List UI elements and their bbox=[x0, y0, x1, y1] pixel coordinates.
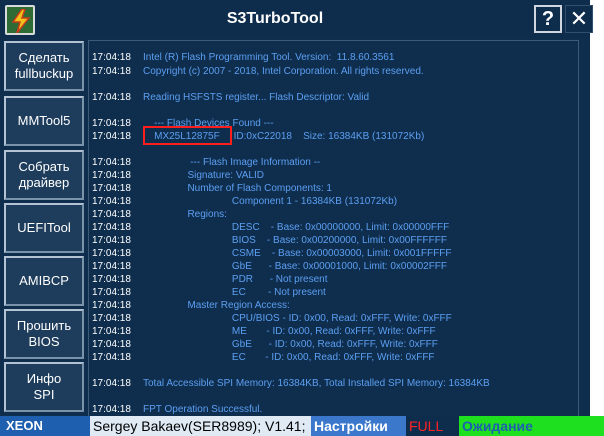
log-timestamp: 17:04:18 bbox=[92, 235, 131, 246]
log-message: ME - ID: 0x00, Read: 0xFFF, Write: 0xFFF bbox=[143, 326, 436, 337]
author-version-label: Sergey Bakaev(SER8989); V1.41; bbox=[90, 416, 311, 436]
log-line: 17:04:18 Master Region Access: bbox=[92, 300, 290, 312]
log-timestamp: 17:04:18 bbox=[92, 248, 131, 259]
log-message: --- Flash Image Information -- bbox=[143, 157, 321, 168]
log-timestamp: 17:04:18 bbox=[92, 118, 131, 129]
log-line: 17:04:18 EC - ID: 0x00, Read: 0xFFF, Wri… bbox=[92, 352, 435, 364]
log-line: 17:04:18 Total Accessible SPI Memory: 163… bbox=[92, 378, 490, 390]
log-message: Copyright (c) 2007 - 2018, Intel Corpora… bbox=[143, 66, 424, 77]
spi-info-button[interactable]: Инфо SPI bbox=[4, 362, 84, 412]
log-line: 17:04:18 GbE - ID: 0x00, Read: 0xFFF, Wr… bbox=[92, 339, 438, 351]
log-line: 17:04:18 MX25L12875F ID:0xC22018 Size: 1… bbox=[92, 131, 424, 143]
log-scrollbar[interactable] bbox=[578, 40, 590, 416]
settings-button[interactable]: Настройки bbox=[311, 416, 406, 436]
log-line: 17:04:18 Reading HSFSTS register... Flash… bbox=[92, 92, 369, 104]
log-line: 17:04:18 ME - ID: 0x00, Read: 0xFFF, Wri… bbox=[92, 326, 436, 338]
log-timestamp: 17:04:18 bbox=[92, 157, 131, 168]
log-line: 17:04:18 Signature: VALID bbox=[92, 170, 264, 182]
log-timestamp: 17:04:18 bbox=[92, 287, 131, 298]
log-timestamp: 17:04:18 bbox=[92, 261, 131, 272]
cpu-label: XEON bbox=[0, 416, 90, 436]
log-timestamp: 17:04:18 bbox=[92, 196, 131, 207]
status-bar: XEON Sergey Bakaev(SER8989); V1.41; Наст… bbox=[0, 416, 604, 436]
status-indicator: Ожидание bbox=[459, 416, 604, 436]
log-timestamp: 17:04:18 bbox=[92, 183, 131, 194]
log-timestamp: 17:04:18 bbox=[92, 300, 131, 311]
log-line: 17:04:18 GbE - Base: 0x00001000, Limit: … bbox=[92, 261, 447, 273]
log-output[interactable]: 17:04:18 Intel (R) Flash Programming Tool… bbox=[88, 40, 578, 416]
log-message: Regions: bbox=[143, 209, 227, 220]
log-line: 17:04:18 CSME - Base: 0x00003000, Limit:… bbox=[92, 248, 451, 260]
log-line: 17:04:18 Number of Flash Components: 1 bbox=[92, 183, 332, 195]
log-line: 17:04:18 Regions: bbox=[92, 209, 227, 221]
log-line: 17:04:18 EC - Not present bbox=[92, 287, 326, 299]
help-button[interactable]: ? bbox=[534, 5, 562, 33]
mode-indicator: FULL bbox=[406, 416, 459, 436]
log-timestamp: 17:04:18 bbox=[92, 274, 131, 285]
mmtool5-button[interactable]: MMTool5 bbox=[4, 96, 84, 146]
flash-chip-highlight-box bbox=[143, 126, 232, 145]
log-message: Total Accessible SPI Memory: 16384KB, To… bbox=[143, 378, 490, 389]
window-title: S3TurboTool bbox=[226, 10, 324, 27]
fullbackup-button[interactable]: Сделать fullbuckup bbox=[4, 41, 84, 91]
log-timestamp: 17:04:18 bbox=[92, 209, 131, 220]
log-timestamp: 17:04:18 bbox=[92, 92, 131, 103]
log-message: GbE - Base: 0x00001000, Limit: 0x00002FF… bbox=[143, 261, 448, 272]
log-message: Reading HSFSTS register... Flash Descrip… bbox=[143, 92, 370, 103]
log-timestamp: 17:04:18 bbox=[92, 131, 131, 142]
log-message: Intel (R) Flash Programming Tool. Versio… bbox=[143, 52, 395, 63]
log-message: Master Region Access: bbox=[143, 300, 290, 311]
log-message: CPU/BIOS - ID: 0x00, Read: 0xFFF, Write:… bbox=[143, 313, 452, 324]
log-message: Signature: VALID bbox=[143, 170, 264, 181]
close-button[interactable]: ✕ bbox=[565, 5, 593, 33]
log-timestamp: 17:04:18 bbox=[92, 378, 131, 389]
log-message: EC - ID: 0x00, Read: 0xFFF, Write: 0xFFF bbox=[143, 352, 435, 363]
flash-bios-button[interactable]: Прошить BIOS bbox=[4, 309, 84, 359]
log-timestamp: 17:04:18 bbox=[92, 326, 131, 337]
log-timestamp: 17:04:18 bbox=[92, 352, 131, 363]
sidebar: Сделать fullbuckup MMTool5 Собрать драйв… bbox=[0, 40, 88, 416]
title-bar[interactable]: S3TurboTool ? ✕ bbox=[0, 0, 593, 38]
log-message: Number of Flash Components: 1 bbox=[143, 183, 332, 194]
log-line: 17:04:18 FPT Operation Successful. bbox=[92, 404, 262, 416]
log-line: 17:04:18 Intel (R) Flash Programming Tool… bbox=[92, 52, 394, 64]
log-line: 17:04:18 Copyright (c) 2007 - 2018, Intel… bbox=[92, 66, 424, 78]
log-timestamp: 17:04:18 bbox=[92, 170, 131, 181]
log-message: PDR - Not present bbox=[143, 274, 328, 285]
log-message: Component 1 - 16384KB (131072Kb) bbox=[143, 196, 398, 207]
log-message: GbE - ID: 0x00, Read: 0xFFF, Write: 0xFF… bbox=[143, 339, 438, 350]
log-message: CSME - Base: 0x00003000, Limit: 0x001FFF… bbox=[143, 248, 452, 259]
log-timestamp: 17:04:18 bbox=[92, 222, 131, 233]
log-line: 17:04:18 CPU/BIOS - ID: 0x00, Read: 0xFF… bbox=[92, 313, 452, 325]
log-timestamp: 17:04:18 bbox=[92, 339, 131, 350]
log-line: 17:04:18 BIOS - Base: 0x00200000, Limit:… bbox=[92, 235, 447, 247]
log-line: 17:04:18 --- Flash Image Information -- bbox=[92, 157, 320, 169]
log-message: BIOS - Base: 0x00200000, Limit: 0x00FFFF… bbox=[143, 235, 447, 246]
log-message: FPT Operation Successful. bbox=[143, 404, 263, 415]
log-timestamp: 17:04:18 bbox=[92, 313, 131, 324]
log-line: 17:04:18 Component 1 - 16384KB (131072Kb… bbox=[92, 196, 397, 208]
lightning-app-icon bbox=[5, 5, 35, 35]
log-message: EC - Not present bbox=[143, 287, 326, 298]
build-driver-button[interactable]: Собрать драйвер bbox=[4, 150, 84, 200]
log-timestamp: 17:04:18 bbox=[92, 52, 131, 63]
log-timestamp: 17:04:18 bbox=[92, 404, 131, 415]
app-window: S3TurboTool ? ✕ Сделать fullbuckup MMToo… bbox=[0, 0, 593, 436]
log-line: 17:04:18 DESC - Base: 0x00000000, Limit:… bbox=[92, 222, 449, 234]
uefitool-button[interactable]: UEFITool bbox=[4, 203, 84, 253]
amibcp-button[interactable]: AMIBCP bbox=[4, 256, 84, 306]
log-line: 17:04:18 PDR - Not present bbox=[92, 274, 328, 286]
log-message: DESC - Base: 0x00000000, Limit: 0x00000F… bbox=[143, 222, 450, 233]
log-timestamp: 17:04:18 bbox=[92, 66, 131, 77]
